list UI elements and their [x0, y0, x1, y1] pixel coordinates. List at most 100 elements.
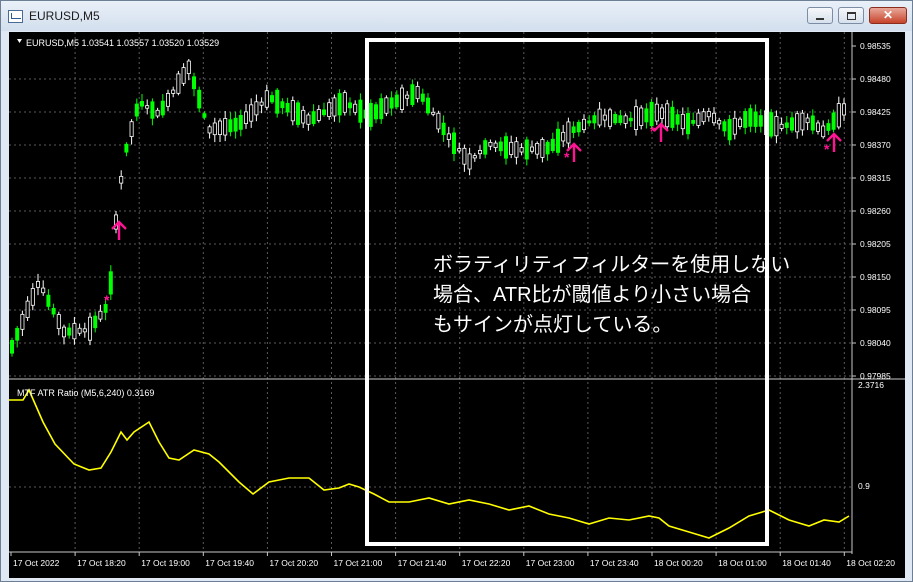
- signal-star-icon: *: [824, 141, 830, 157]
- candle-body: [836, 103, 841, 128]
- candle-body: [46, 294, 51, 307]
- candle-body: [493, 142, 498, 148]
- price-tick-label: 0.98260: [860, 206, 891, 216]
- collapse-triangle-icon[interactable]: [17, 39, 22, 43]
- chart-app-icon: [8, 10, 23, 23]
- candle-body: [25, 300, 30, 318]
- candle-body: [530, 146, 535, 152]
- candle-body: [608, 109, 613, 127]
- price-tick-label: 0.98150: [860, 272, 891, 282]
- candle-body: [613, 113, 618, 124]
- candle-body: [30, 288, 35, 306]
- candle-body: [264, 90, 269, 108]
- candle-body: [197, 89, 202, 109]
- candle-body: [717, 119, 722, 125]
- candle-body: [514, 141, 519, 158]
- candle-body: [243, 111, 248, 124]
- candle-body: [384, 97, 389, 114]
- candle-body: [160, 100, 165, 116]
- candle-body: [431, 111, 436, 115]
- candle-body: [15, 328, 20, 341]
- candle-body: [457, 148, 462, 152]
- candle-body: [436, 112, 441, 130]
- candle-body: [462, 147, 467, 165]
- candle-body: [134, 103, 139, 117]
- time-tick-label: 17 Oct 23:00: [526, 558, 575, 568]
- candle-body: [353, 103, 358, 113]
- candle-body: [758, 115, 763, 127]
- candle-body: [67, 327, 72, 336]
- maximize-button[interactable]: [838, 7, 864, 24]
- time-tick-label: 17 Oct 18:20: [77, 558, 126, 568]
- candle-body: [379, 98, 384, 120]
- candle-body: [420, 93, 425, 102]
- candle-body: [691, 120, 696, 124]
- candle-body: [62, 326, 67, 338]
- time-tick-label: 17 Oct 2022: [13, 558, 60, 568]
- signal-star-icon: *: [650, 123, 656, 139]
- candle-body: [623, 115, 628, 124]
- candle-body: [618, 115, 623, 124]
- candle-body: [774, 116, 779, 137]
- candle-body: [425, 97, 430, 114]
- candle-body: [98, 310, 103, 320]
- price-tick-label: 0.98370: [860, 140, 891, 150]
- candle-body: [556, 128, 561, 153]
- time-tick-label: 17 Oct 19:40: [205, 558, 254, 568]
- candle-body: [805, 117, 810, 124]
- candle-body: [732, 117, 737, 135]
- candle-body: [488, 141, 493, 147]
- candle-body: [249, 104, 254, 122]
- candle-body: [597, 108, 602, 126]
- close-button[interactable]: [869, 7, 907, 24]
- candle-body: [660, 107, 665, 119]
- candle-body: [9, 340, 15, 354]
- candle-body: [784, 122, 789, 128]
- candle-body: [275, 89, 280, 114]
- candle-body: [727, 118, 732, 141]
- candle-body: [368, 102, 373, 127]
- time-tick-label: 17 Oct 23:40: [590, 558, 639, 568]
- candle-body: [592, 115, 597, 124]
- price-axis[interactable]: 0.98535 0.98480 0.98425 0.98370 0.98315 0.982…: [852, 41, 891, 381]
- title-bar[interactable]: EURUSD,M5: [1, 1, 912, 31]
- candle-body: [654, 103, 659, 122]
- candle-body: [519, 147, 524, 153]
- minimize-button[interactable]: [807, 7, 833, 24]
- candle-body: [269, 95, 274, 103]
- atr-ratio-line: [9, 388, 850, 539]
- price-tick-label: 0.98480: [860, 74, 891, 84]
- candle-body: [587, 120, 592, 124]
- time-tick-label: 17 Oct 20:20: [269, 558, 318, 568]
- indicator-tick-label: 2.3716: [858, 380, 884, 390]
- price-chart-area[interactable]: * * * * EURUSD,M5 1.03541 1.03557 1.03520 1…: [9, 32, 905, 578]
- time-tick-label: 18 Oct 01:00: [718, 558, 767, 568]
- candle-body: [77, 327, 82, 334]
- candle-body: [738, 118, 743, 127]
- candle-body: [72, 323, 77, 340]
- price-tick-label: 0.98095: [860, 305, 891, 315]
- candle-body: [743, 111, 748, 128]
- candle-body: [540, 139, 545, 158]
- candle-body: [295, 102, 300, 125]
- candle-body: [93, 315, 98, 329]
- candle-body: [566, 121, 571, 144]
- candle-body: [639, 107, 644, 126]
- indicator-axis: 2.3716 0.9: [858, 380, 884, 491]
- candle-body: [503, 136, 508, 159]
- annotation-text: ボラティリティフィルターを使用しない 場合、ATR比が閾値より小さい場合 もサイ…: [433, 254, 791, 336]
- main-chart-header: EURUSD,M5 1.03541 1.03557 1.03520 1.0352…: [26, 38, 219, 48]
- candle-body: [706, 111, 711, 118]
- candle-body: [415, 86, 420, 100]
- candle-body: [332, 97, 337, 117]
- time-axis[interactable]: 17 Oct 2022 17 Oct 18:20 17 Oct 19:00 17 Oc…: [10, 552, 895, 568]
- candle-body: [545, 141, 550, 155]
- candle-body: [254, 101, 259, 116]
- candle-body: [790, 117, 795, 131]
- candle-body: [129, 121, 134, 137]
- candle-body: [675, 114, 680, 125]
- candle-body: [301, 109, 306, 124]
- candle-body: [238, 114, 243, 130]
- candle-body: [842, 103, 847, 116]
- candle-body: [524, 139, 529, 160]
